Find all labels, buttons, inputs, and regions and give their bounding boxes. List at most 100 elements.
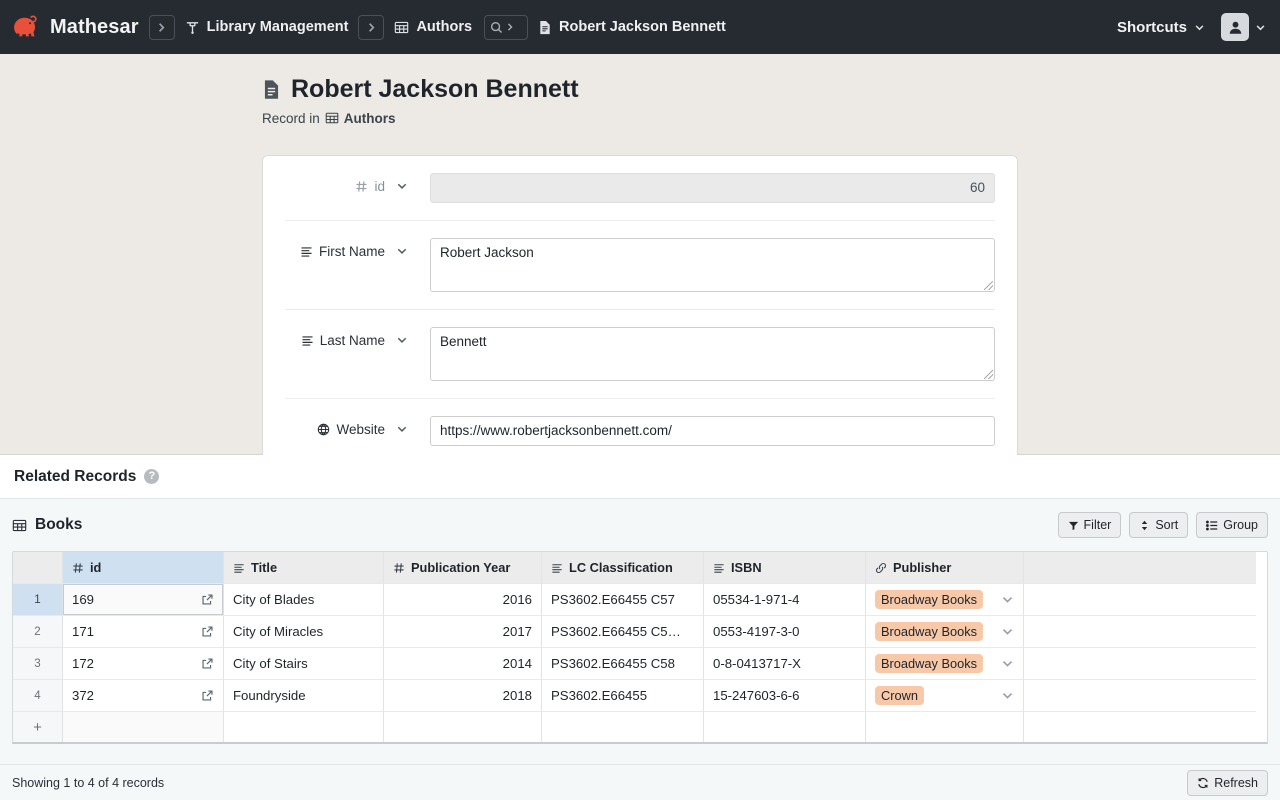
- table-row[interactable]: 4 372 Foundryside 2018 PS3602.E66455 15-…: [13, 679, 1267, 711]
- table-icon: [325, 111, 339, 125]
- cell-lc-classification[interactable]: PS3602.E66455 C57: [542, 583, 704, 615]
- cell-isbn[interactable]: 15-247603-6-6: [704, 679, 866, 711]
- external-link-icon[interactable]: [201, 593, 214, 606]
- group-button[interactable]: Group: [1196, 512, 1268, 538]
- cell-id[interactable]: 172: [63, 647, 224, 679]
- cell-title[interactable]: City of Blades: [224, 583, 384, 615]
- first-name-field[interactable]: Robert Jackson: [430, 237, 995, 292]
- question-mark-icon[interactable]: ?: [144, 469, 160, 484]
- add-row-cell-lc-classification[interactable]: [542, 711, 704, 742]
- shortcuts-menu[interactable]: Shortcuts: [1117, 19, 1205, 36]
- chevron-down-icon[interactable]: [396, 180, 408, 192]
- text-icon: [713, 562, 725, 574]
- website-field[interactable]: https://www.robertjacksonbennett.com/: [430, 415, 995, 446]
- cell-publication-year[interactable]: 2017: [384, 615, 542, 647]
- cell-filler: [1024, 615, 1256, 647]
- form-row-id: id 60: [285, 156, 995, 220]
- cell-isbn[interactable]: 05534-1-971-4: [704, 583, 866, 615]
- cell-title[interactable]: Foundryside: [224, 679, 384, 711]
- plus-icon[interactable]: +: [13, 711, 63, 742]
- grid-header-row: id Title Publication Year LC Classificat…: [13, 552, 1267, 583]
- cell-publication-year[interactable]: 2018: [384, 679, 542, 711]
- page-title: Robert Jackson Bennett: [262, 75, 1018, 104]
- cell-id[interactable]: 169: [63, 583, 224, 615]
- cell-lc-classification[interactable]: PS3602.E66455: [542, 679, 704, 711]
- avatar[interactable]: [1221, 13, 1249, 41]
- cell-publisher[interactable]: Broadway Books: [866, 583, 1024, 615]
- search-button[interactable]: [484, 14, 529, 40]
- chevron-down-icon[interactable]: [396, 245, 408, 257]
- breadcrumb-item-record[interactable]: Robert Jackson Bennett: [538, 19, 726, 35]
- add-row-cell-isbn[interactable]: [704, 711, 866, 742]
- cell-isbn[interactable]: 0553-4197-3-0: [704, 615, 866, 647]
- sort-button[interactable]: Sort: [1129, 512, 1189, 538]
- cell-value-id: 169: [72, 592, 95, 607]
- brand[interactable]: Mathesar: [10, 12, 139, 42]
- external-link-icon[interactable]: [201, 689, 214, 702]
- breadcrumb-item-authors[interactable]: Authors: [394, 19, 472, 35]
- publisher-pill: Broadway Books: [875, 622, 984, 641]
- external-link-icon[interactable]: [201, 657, 214, 670]
- column-header-title[interactable]: Title: [224, 552, 384, 583]
- field-label-website: Website: [285, 416, 408, 437]
- column-header-publisher[interactable]: Publisher: [866, 552, 1024, 583]
- chevron-down-icon: [1194, 22, 1205, 33]
- page-title-text: Robert Jackson Bennett: [291, 75, 579, 103]
- chevron-down-icon[interactable]: [1001, 689, 1014, 702]
- add-row-cell-title[interactable]: [224, 711, 384, 742]
- cell-publisher[interactable]: Broadway Books: [866, 615, 1024, 647]
- cell-isbn[interactable]: 0-8-0413717-X: [704, 647, 866, 679]
- table-row[interactable]: 2 171 City of Miracles 2017 PS3602.E6645…: [13, 615, 1267, 647]
- add-row-cell-id[interactable]: [63, 711, 224, 742]
- cell-publisher[interactable]: Crown: [866, 679, 1024, 711]
- text-icon: [301, 334, 314, 347]
- related-records-header: Related Records ?: [0, 455, 1280, 499]
- column-header-publication-year[interactable]: Publication Year: [384, 552, 542, 583]
- refresh-button[interactable]: Refresh: [1187, 769, 1268, 796]
- cell-id[interactable]: 171: [63, 615, 224, 647]
- user-menu[interactable]: [1221, 13, 1266, 41]
- cell-publisher[interactable]: Broadway Books: [866, 647, 1024, 679]
- column-header-lc-classification[interactable]: LC Classification: [542, 552, 704, 583]
- column-header-isbn[interactable]: ISBN: [704, 552, 866, 583]
- cell-lc-classification[interactable]: PS3602.E66455 C58: [542, 647, 704, 679]
- chevron-down-icon[interactable]: [1001, 657, 1014, 670]
- table-row[interactable]: 1 169 City of Blades 2016 PS3602.E66455 …: [13, 583, 1267, 615]
- cell-title[interactable]: City of Miracles: [224, 615, 384, 647]
- column-header-label-publisher: Publisher: [893, 560, 952, 575]
- add-row-cell-publication-year[interactable]: [384, 711, 542, 742]
- cell-filler: [1024, 647, 1256, 679]
- form-row-website: Website https://www.robertjacksonbennett…: [285, 397, 995, 463]
- text-icon: [233, 562, 245, 574]
- add-record-row[interactable]: +: [13, 711, 1267, 742]
- group-button-label: Group: [1223, 518, 1258, 532]
- cell-title[interactable]: City of Stairs: [224, 647, 384, 679]
- cell-publication-year[interactable]: 2016: [384, 583, 542, 615]
- column-header-id[interactable]: id: [63, 552, 224, 583]
- cell-id[interactable]: 372: [63, 679, 224, 711]
- table-row[interactable]: 3 172 City of Stairs 2014 PS3602.E66455 …: [13, 647, 1267, 679]
- filter-button-label: Filter: [1083, 518, 1112, 532]
- record-subtitle-table: Authors: [343, 110, 396, 126]
- filter-button[interactable]: Filter: [1057, 512, 1122, 538]
- external-link-icon[interactable]: [201, 625, 214, 638]
- number-icon: [355, 180, 368, 193]
- chevron-down-icon[interactable]: [396, 334, 408, 346]
- column-header-label-id: id: [90, 560, 102, 575]
- cell-publication-year[interactable]: 2014: [384, 647, 542, 679]
- group-icon: [1206, 520, 1218, 531]
- add-row-cell-publisher[interactable]: [866, 711, 1024, 742]
- cell-lc-classification[interactable]: PS3602.E66455 C5…: [542, 615, 704, 647]
- row-number: 4: [13, 679, 63, 711]
- table-name-text: Books: [35, 516, 83, 533]
- field-control-id: 60: [408, 172, 995, 203]
- last-name-field[interactable]: Bennett: [430, 326, 995, 381]
- record-form-card: id 60 First Name Robert Jackson Last Nam…: [262, 154, 1018, 464]
- field-label-id: id: [285, 173, 408, 194]
- chevron-down-icon[interactable]: [396, 423, 408, 435]
- chevron-down-icon[interactable]: [1001, 625, 1014, 638]
- grid-header-rownum: [13, 552, 63, 583]
- chevron-down-icon[interactable]: [1001, 593, 1014, 606]
- database-icon: [185, 20, 200, 35]
- breadcrumb-item-library-management[interactable]: Library Management: [185, 19, 348, 35]
